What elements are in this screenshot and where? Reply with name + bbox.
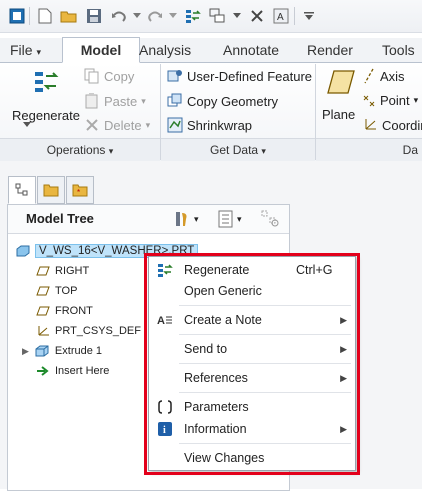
tree-show-button[interactable]: ▾ (218, 210, 242, 228)
model-tree-header: Model Tree ▾ ▾ (8, 205, 289, 234)
paste-dropdown-icon[interactable]: ▾ (141, 96, 146, 107)
delete-icon (86, 119, 98, 131)
regenerate-dropdown-icon[interactable] (23, 122, 31, 128)
group-label-operations[interactable]: Operations ▾ (0, 138, 160, 161)
csys-icon (38, 326, 49, 336)
copy-icon (84, 68, 99, 84)
tab-analysis[interactable]: Analysis (133, 38, 197, 62)
tree-item-right[interactable]: RIGHT (36, 261, 89, 281)
delete-button[interactable]: Delete ▾ (84, 117, 150, 133)
coordinate-system-icon (365, 119, 376, 130)
insert-arrow-icon (37, 366, 49, 376)
tools-icon (176, 212, 187, 226)
tab-annotate[interactable]: Annotate (217, 38, 285, 62)
tab-model[interactable]: Model (62, 37, 140, 63)
undo-icon[interactable] (110, 7, 128, 25)
close-window-icon[interactable] (248, 7, 266, 25)
redo-dropdown-icon[interactable] (164, 7, 182, 25)
shrinkwrap-icon (167, 117, 183, 133)
favorites-folder-icon: * (72, 184, 88, 197)
coordinate-system-button[interactable]: Coordin (362, 117, 422, 133)
quick-access-toolbar: A (0, 0, 422, 33)
point-icon (363, 95, 375, 106)
group-label-get-data[interactable]: Get Data ▾ (161, 138, 315, 161)
shrinkwrap-button[interactable]: Shrinkwrap (167, 117, 252, 133)
part-icon (16, 245, 30, 257)
show-list-icon (218, 210, 233, 228)
windows-icon[interactable] (208, 7, 226, 25)
tree-settings-button[interactable]: ▾ (173, 210, 199, 228)
plane-icon (327, 70, 355, 94)
model-tree-icon (15, 183, 28, 196)
tree-item-top[interactable]: TOP (36, 281, 77, 301)
axis-button[interactable]: Axis (362, 68, 405, 84)
tools-dropdown-icon[interactable]: ▾ (194, 214, 199, 225)
tree-filter-button[interactable] (261, 210, 281, 231)
datum-plane-icon (36, 266, 50, 276)
tab-folder-browser[interactable] (37, 176, 65, 204)
tree-item-prt-csys-def[interactable]: PRT_CSYS_DEF (36, 321, 141, 341)
show-dropdown-icon[interactable]: ▾ (237, 214, 242, 225)
regenerate-small-icon[interactable] (184, 7, 202, 25)
point-button[interactable]: Point ▾ (362, 93, 418, 108)
group-label-datum[interactable]: Da (316, 138, 422, 161)
udf-icon (167, 70, 182, 82)
ribbon-tab-bar: File ▾ Model Analysis Annotate Render To… (0, 37, 422, 63)
tree-item-front[interactable]: FRONT (36, 301, 93, 321)
datum-plane-icon (36, 306, 50, 316)
paste-icon (85, 93, 98, 109)
new-file-icon[interactable] (36, 7, 54, 25)
udf-button[interactable]: User-Defined Feature (167, 68, 312, 84)
model-tree-title: Model Tree (26, 211, 94, 226)
tab-file[interactable]: File ▾ (4, 38, 47, 62)
tab-favorites[interactable]: * (66, 176, 94, 204)
redo-icon[interactable] (146, 7, 164, 25)
tab-tools[interactable]: Tools (376, 38, 421, 62)
copy-geometry-icon (167, 93, 182, 107)
annotation-highlight-box (144, 253, 360, 475)
app-icon[interactable] (8, 7, 26, 25)
text-style-icon[interactable]: A (272, 7, 290, 25)
copy-button[interactable]: Copy (84, 68, 134, 84)
extrude-icon (35, 345, 49, 357)
customize-qat-dropdown-icon[interactable] (300, 7, 318, 25)
tab-render[interactable]: Render (301, 38, 359, 62)
copy-geometry-button[interactable]: Copy Geometry (167, 93, 278, 109)
point-dropdown-icon[interactable]: ▾ (414, 95, 419, 106)
windows-dropdown-icon[interactable] (228, 7, 246, 25)
tree-item-insert-here[interactable]: Insert Here (36, 361, 109, 381)
undo-dropdown-icon[interactable] (128, 7, 146, 25)
delete-dropdown-icon[interactable]: ▾ (146, 120, 151, 131)
expand-arrow-icon[interactable]: ▶ (22, 346, 29, 357)
regenerate-large-button[interactable] (26, 68, 66, 98)
folder-browser-icon (43, 184, 59, 197)
axis-icon (364, 68, 374, 84)
tree-filter-icon (261, 210, 279, 227)
svg-text:A: A (277, 12, 284, 23)
plane-label[interactable]: Plane (322, 107, 355, 122)
datum-plane-icon (36, 286, 50, 296)
plane-button[interactable] (326, 68, 356, 96)
tree-item-extrude-1[interactable]: ▶ Extrude 1 (22, 341, 102, 361)
regenerate-icon (35, 72, 59, 92)
tab-model-tree[interactable] (8, 176, 36, 204)
save-icon[interactable] (85, 7, 103, 25)
paste-button[interactable]: Paste ▾ (84, 93, 146, 109)
open-folder-icon[interactable] (60, 7, 78, 25)
svg-text:*: * (77, 188, 80, 197)
regenerate-label[interactable]: Regenerate (12, 108, 80, 123)
